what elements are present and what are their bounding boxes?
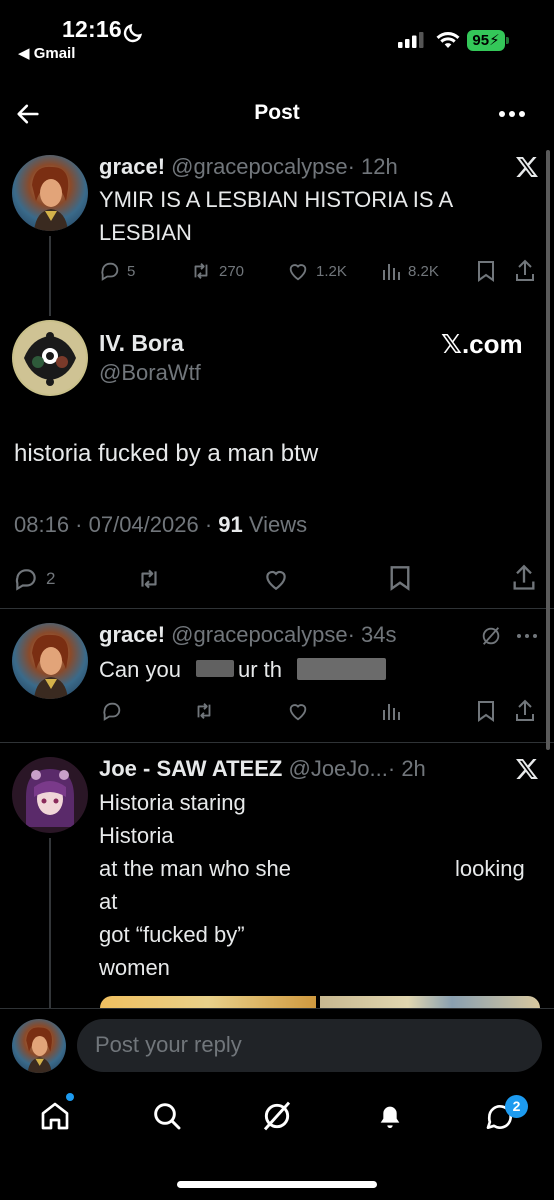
- grok-icon[interactable]: [480, 625, 502, 647]
- like-button[interactable]: 1.2K: [286, 260, 347, 282]
- moon-icon: [123, 23, 143, 43]
- wifi-icon: [436, 32, 460, 48]
- thread-line: [49, 236, 51, 316]
- bookmark-icon[interactable]: [476, 260, 496, 282]
- bookmark-icon[interactable]: [476, 700, 496, 722]
- author-name[interactable]: grace!: [99, 154, 165, 179]
- tweet-header: grace! @gracepocalypse· 12h: [99, 154, 398, 180]
- author-handle[interactable]: @JoeJo...: [288, 756, 387, 781]
- more-options-icon[interactable]: [516, 633, 538, 639]
- repost-icon[interactable]: [134, 566, 164, 592]
- views-label: Views: [242, 512, 308, 537]
- x-logo-icon: [516, 759, 538, 779]
- reply-text-line: women: [99, 955, 170, 980]
- reply-count: 2: [46, 569, 56, 588]
- tweet-timestamp: 08:16 · 07/04/2026 ·: [14, 512, 219, 537]
- avatar-portrait-icon: [26, 1027, 52, 1073]
- avatar[interactable]: [12, 320, 88, 396]
- redacted-text: [297, 658, 386, 680]
- tweet-meta: 08:16 · 07/04/2026 · 91 Views: [14, 512, 307, 538]
- repost-icon[interactable]: [192, 700, 216, 722]
- reply-time: · 34s: [347, 622, 397, 647]
- tweet-text: historia fucked by a man btw: [14, 440, 319, 467]
- reply-button[interactable]: 2: [12, 566, 55, 592]
- author-handle[interactable]: @gracepocalypse: [171, 154, 347, 179]
- redacted-text: [196, 660, 234, 677]
- home-icon[interactable]: [39, 1100, 71, 1132]
- reply-text-line: looking: [455, 856, 525, 881]
- reply-icon[interactable]: [101, 700, 123, 722]
- reply-text-a: Can you: [99, 657, 181, 682]
- avatar[interactable]: [12, 155, 88, 231]
- view-count: 8.2K: [408, 262, 439, 280]
- reply-header: Joe - SAW ATEEZ @JoeJo...· 2h: [99, 756, 426, 782]
- author-handle[interactable]: @gracepocalypse: [171, 622, 347, 647]
- reply-text-b: ur th: [238, 657, 283, 682]
- page-title: Post: [254, 101, 300, 124]
- reply-text-line: got “fucked by”: [99, 922, 245, 947]
- repost-count: 270: [219, 262, 245, 280]
- tweet-text-line: LESBIAN: [99, 220, 192, 245]
- reply-input-placeholder: Post your reply: [95, 1032, 242, 1057]
- repost-icon: [194, 263, 208, 279]
- reply-text-line: Historia staring: [99, 790, 246, 815]
- share-icon[interactable]: [511, 564, 537, 592]
- avatar-anime-icon: [26, 769, 74, 827]
- search-icon[interactable]: [151, 1100, 183, 1132]
- reply-icon: [15, 569, 36, 591]
- like-count: 1.2K: [316, 262, 347, 280]
- author-handle[interactable]: @BoraWtf: [99, 360, 201, 386]
- author-name[interactable]: grace!: [99, 622, 165, 647]
- reply-header: grace! @gracepocalypse· 34s: [99, 622, 397, 648]
- home-indicator: [177, 1181, 377, 1188]
- avatar[interactable]: [12, 757, 88, 833]
- grok-icon[interactable]: [261, 1100, 293, 1132]
- analytics-icon[interactable]: [382, 700, 402, 722]
- reply-text-line: Historia: [99, 823, 174, 848]
- reply-count: 5: [127, 262, 136, 280]
- divider: [0, 608, 554, 609]
- analytics-icon: [383, 264, 400, 280]
- avatar-art-icon: [14, 322, 86, 394]
- divider: [0, 1008, 554, 1009]
- tweet-text-line: YMIR IS A LESBIAN HISTORIA IS A: [99, 187, 454, 212]
- reply-text-line: at the man who she: [99, 856, 292, 881]
- heart-icon[interactable]: [261, 566, 291, 592]
- reply-button[interactable]: 5: [99, 260, 135, 282]
- cellular-signal-icon: [398, 32, 424, 48]
- more-options-icon[interactable]: [498, 110, 526, 118]
- avatar[interactable]: [12, 623, 88, 699]
- notifications-bell-icon[interactable]: [374, 1100, 406, 1132]
- status-time: 12:16: [62, 16, 122, 42]
- repost-button[interactable]: 270: [189, 260, 244, 282]
- avatar-portrait-icon: [32, 166, 69, 231]
- thread-line: [49, 838, 51, 1010]
- reply-text-line: at: [99, 889, 118, 914]
- divider: [0, 742, 554, 743]
- brand-label: 𝕏.com: [441, 329, 523, 359]
- share-icon[interactable]: [514, 699, 536, 723]
- battery-tip: [506, 37, 509, 44]
- share-icon[interactable]: [514, 259, 536, 283]
- home-notification-dot: [66, 1093, 74, 1101]
- back-to-app-link[interactable]: ◀ Gmail: [18, 44, 75, 62]
- author-name[interactable]: IV. Bora: [99, 330, 184, 357]
- x-logo-icon: [516, 157, 538, 177]
- messages-badge: 2: [505, 1095, 528, 1118]
- view-count: 91: [218, 512, 243, 537]
- tweet-time: · 12h: [347, 154, 398, 179]
- reply-icon: [101, 262, 119, 281]
- heart-icon[interactable]: [286, 700, 310, 722]
- heart-icon: [289, 264, 307, 281]
- scrollbar[interactable]: [546, 150, 550, 750]
- avatar[interactable]: [12, 1019, 66, 1073]
- bookmark-icon[interactable]: [388, 565, 412, 591]
- author-name[interactable]: Joe - SAW ATEEZ: [99, 756, 282, 781]
- views-button[interactable]: 8.2K: [382, 260, 439, 282]
- avatar-portrait-icon: [32, 634, 69, 699]
- reply-time: · 2h: [387, 756, 426, 781]
- battery-indicator: 95⚡: [467, 30, 505, 51]
